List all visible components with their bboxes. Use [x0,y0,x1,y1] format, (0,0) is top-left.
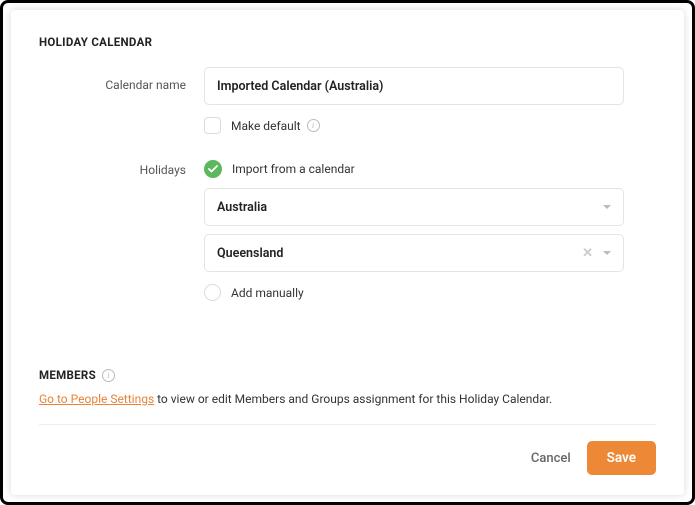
members-heading: MEMBERS i [39,368,656,382]
row-calendar-name: Calendar name Make default i [39,67,656,134]
save-button[interactable]: Save [587,441,656,475]
footer-actions: Cancel Save [39,441,656,475]
make-default-label: Make default [231,119,301,133]
make-default-checkbox[interactable] [204,117,221,134]
cancel-button[interactable]: Cancel [531,451,571,466]
holiday-calendar-panel: HOLIDAY CALENDAR Calendar name Make defa… [11,10,684,495]
radio-unselected-icon [204,284,221,301]
members-description: Go to People Settings to view or edit Me… [39,392,656,406]
radio-add-manually-label: Add manually [231,286,304,300]
calendar-name-input[interactable] [204,67,624,105]
make-default-row: Make default i [204,117,624,134]
radio-import-row[interactable]: Import from a calendar [204,160,624,178]
radio-selected-icon [204,160,222,178]
label-calendar-name: Calendar name [39,67,204,92]
region-select-value: Queensland [217,246,283,261]
clear-icon[interactable]: ✕ [582,247,593,260]
people-settings-link[interactable]: Go to People Settings [39,392,154,406]
info-icon[interactable]: i [102,369,115,382]
info-icon[interactable]: i [307,119,320,132]
country-select[interactable]: Australia [204,188,624,226]
region-select[interactable]: Queensland ✕ [204,234,624,272]
radio-import-label: Import from a calendar [232,162,355,176]
members-description-rest: to view or edit Members and Groups assig… [154,392,552,406]
section-title-members: MEMBERS [39,368,96,382]
radio-add-manually-row[interactable]: Add manually [204,284,624,301]
country-select-value: Australia [217,200,267,215]
chevron-down-icon [603,205,611,209]
divider [39,424,656,425]
section-title-holiday-calendar: HOLIDAY CALENDAR [39,35,656,49]
label-holidays: Holidays [39,160,204,177]
row-holidays: Holidays Import from a calendar Australi… [39,160,656,311]
chevron-down-icon [603,251,611,255]
